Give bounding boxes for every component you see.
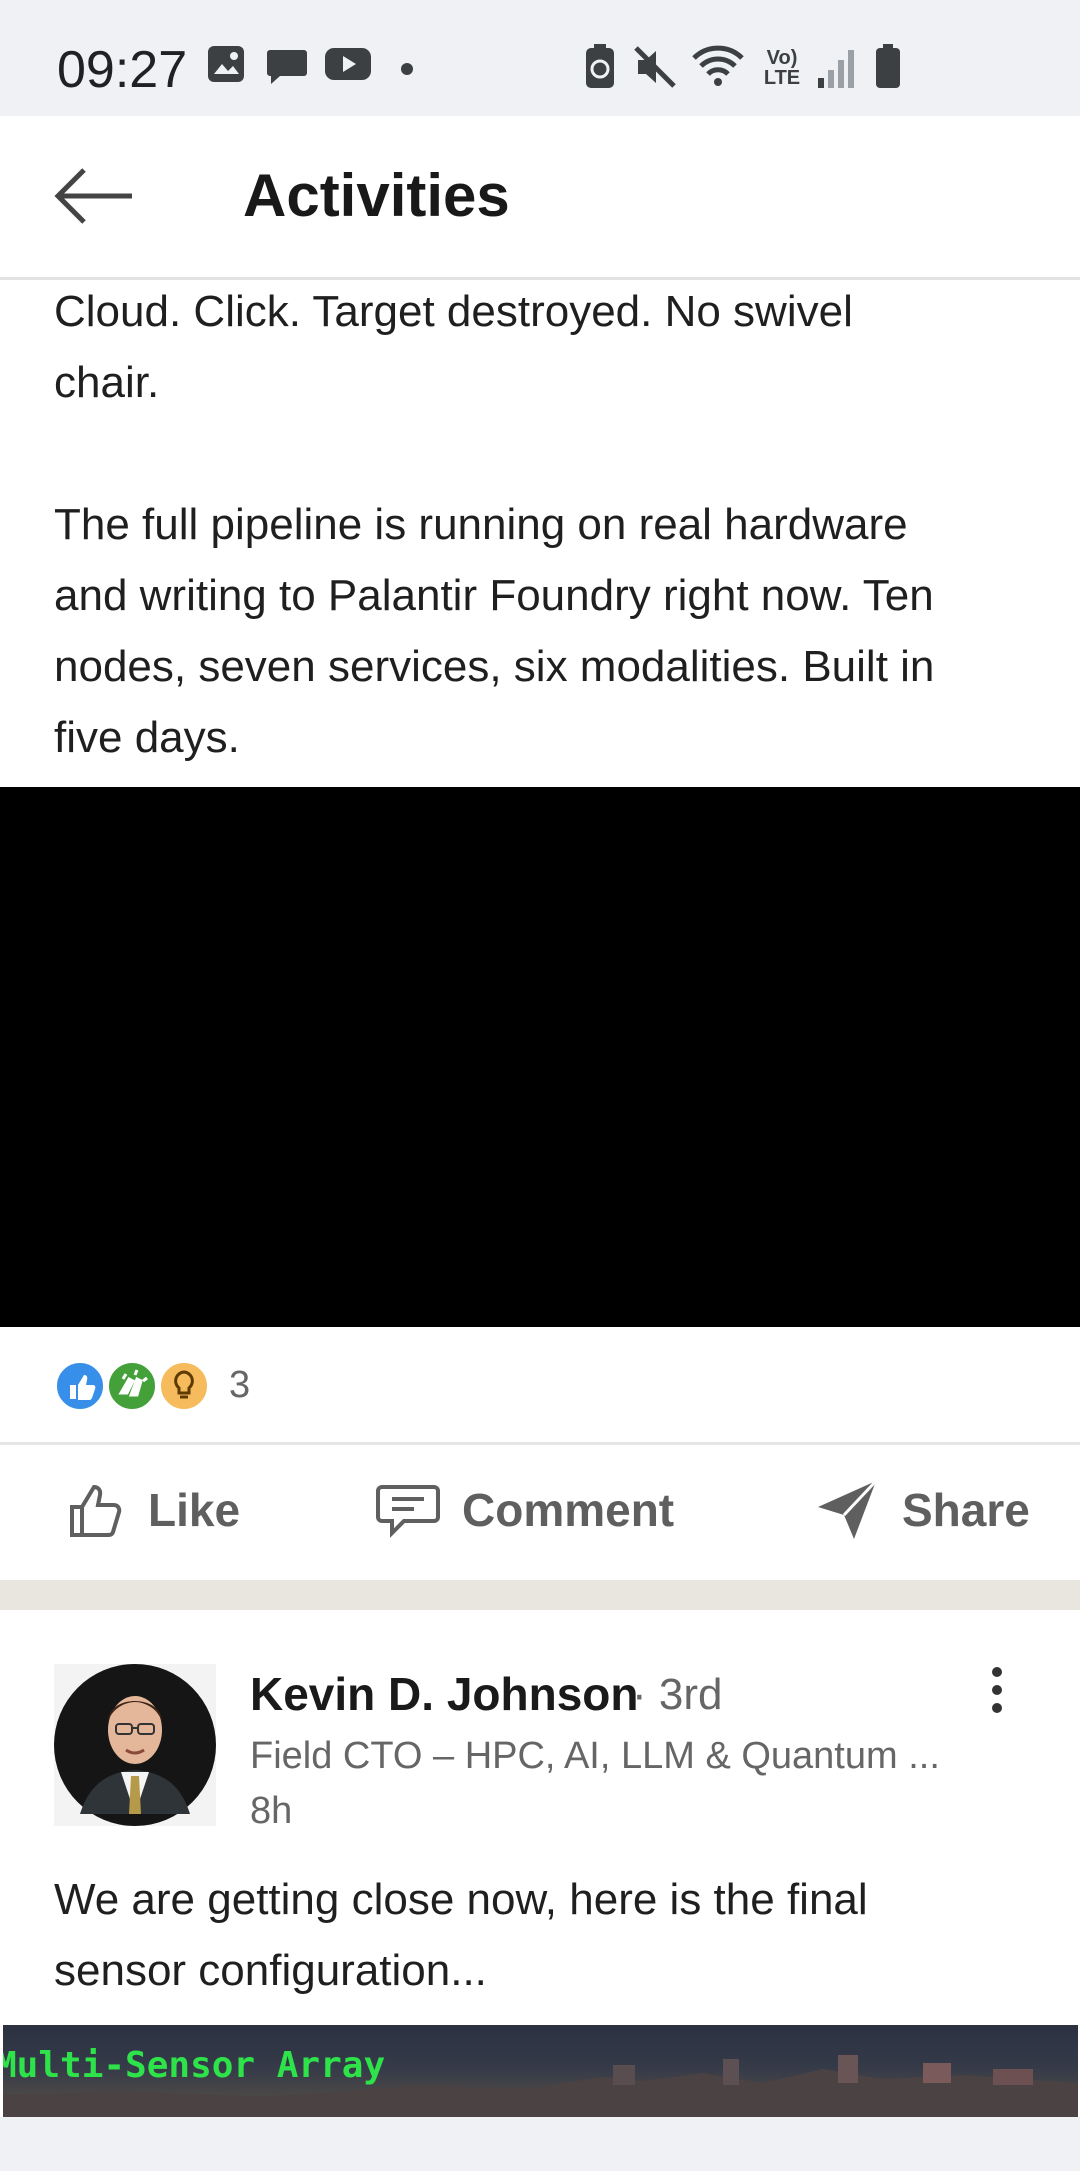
post-text-line: The full pipeline is running on real har… [54,500,908,549]
post-text: We are getting close now, here is the fi… [54,1864,1034,2006]
like-button[interactable]: Like [66,1470,240,1550]
post-text-line: nodes, seven services, six modalities. B… [54,642,935,691]
author-headline: Field CTO – HPC, AI, LLM & Quantum ... [250,1735,940,1777]
connection-degree: · 3rd [632,1670,723,1719]
author-name[interactable]: Kevin D. Johnson [250,1667,638,1721]
gallery-icon [208,46,244,82]
post-text: Cloud. Click. Target destroyed. No swive… [54,276,1034,773]
share-button[interactable]: Share [814,1470,1030,1550]
avatar-photo [54,1664,216,1826]
chat-icon [267,50,307,84]
celebrate-reaction-icon [106,1360,158,1412]
divider [0,1442,1080,1445]
battery-saver-icon [586,44,614,88]
dot-icon [401,63,413,75]
post-video[interactable] [0,787,1080,1327]
wifi-icon [692,45,744,86]
post-text-line: and writing to Palantir Foundry right no… [54,571,934,620]
post-image[interactable]: Multi-Sensor Array [3,2025,1078,2117]
like-reaction-icon [54,1360,106,1412]
mute-icon [634,46,676,88]
page-title: Activities [243,162,510,229]
more-options-button[interactable] [982,1664,1012,1724]
like-icon [70,1484,122,1537]
insightful-reaction-icon [158,1360,210,1412]
share-icon [818,1479,878,1539]
status-bar: 09:27 Vo) LTE [0,0,1080,116]
youtube-icon [325,48,371,80]
post-text-line: Cloud. Click. Target destroyed. No swive… [54,287,853,336]
top-app-bar: Activities [0,116,1080,280]
feed-separator [0,1580,1080,1610]
more-vertical-icon [992,1667,1002,1713]
like-label: Like [148,1484,241,1536]
signal-icon [818,50,854,88]
image-caption: Multi-Sensor Array [3,2045,386,2086]
navigation-bar [0,2117,1080,2171]
comment-label: Comment [462,1484,675,1536]
reaction-count: 3 [229,1364,251,1406]
status-time: 09:27 [57,41,188,99]
post-text-line: chair. [54,358,160,407]
post-text-line: five days. [54,713,240,762]
back-button[interactable] [50,156,140,236]
comment-icon [376,1485,440,1538]
share-label: Share [902,1484,1030,1536]
post-text-line: We are getting close now, here is the fi… [54,1875,868,1924]
lte-icon: Vo) LTE [763,47,801,89]
post-timestamp: 8h [250,1790,293,1832]
comment-button[interactable]: Comment [376,1470,674,1550]
avatar[interactable] [54,1664,216,1826]
back-arrow-icon [54,168,132,224]
battery-icon [876,44,900,88]
post-text-line: sensor configuration... [54,1946,487,1995]
